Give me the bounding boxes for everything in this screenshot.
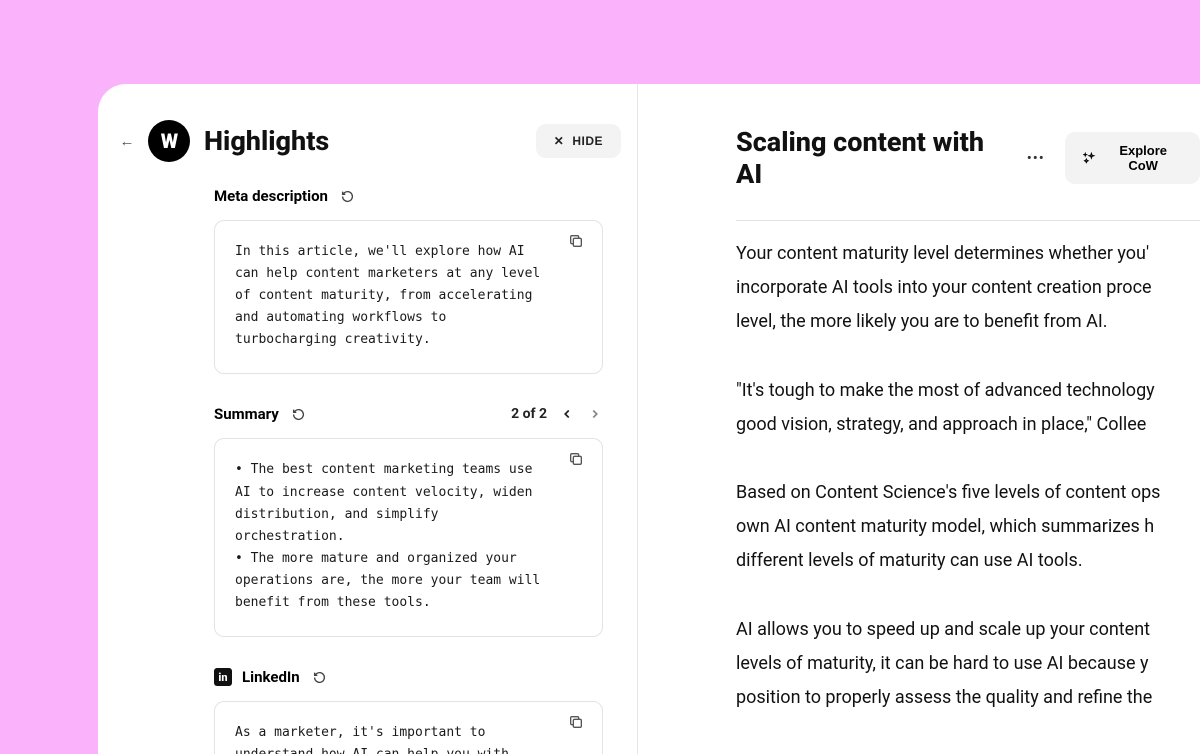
- pager-count: 2 of 2: [511, 406, 547, 422]
- explore-cowrite-button[interactable]: Explore CoW: [1065, 132, 1200, 184]
- copy-icon[interactable]: [568, 714, 588, 734]
- linkedin-icon: in: [214, 668, 232, 686]
- back-arrow-icon[interactable]: ←: [120, 134, 134, 148]
- refresh-icon[interactable]: [289, 404, 309, 424]
- chevron-left-icon[interactable]: [559, 407, 575, 421]
- refresh-icon[interactable]: [338, 186, 358, 206]
- summary-card: • The best content marketing teams use A…: [214, 438, 603, 637]
- document-pane: Scaling content with AI ••• Explore CoW …: [638, 84, 1200, 754]
- page-title: Highlights: [204, 125, 522, 157]
- document-title: Scaling content with AI: [736, 126, 1007, 190]
- highlights-pane: ← W Highlights ✕ HIDE Meta description I…: [98, 84, 638, 754]
- highlights-header: ← W Highlights ✕ HIDE: [98, 120, 637, 186]
- summary-text: • The best content marketing teams use A…: [235, 459, 554, 614]
- section-title: Meta description: [214, 187, 328, 205]
- meta-description-section: Meta description In this article, we'll …: [98, 186, 637, 404]
- summary-pager: 2 of 2: [511, 406, 603, 422]
- meta-description-card: In this article, we'll explore how AI ca…: [214, 220, 603, 374]
- section-head: in LinkedIn: [214, 667, 603, 687]
- brand-logo: W: [148, 120, 190, 162]
- meta-description-text: In this article, we'll explore how AI ca…: [235, 241, 554, 351]
- document-header: Scaling content with AI ••• Explore CoW: [736, 126, 1200, 190]
- close-icon: ✕: [554, 134, 565, 148]
- copy-icon[interactable]: [568, 451, 588, 471]
- more-options-icon[interactable]: •••: [1027, 149, 1045, 167]
- app-card: ← W Highlights ✕ HIDE Meta description I…: [98, 84, 1200, 754]
- hide-button-label: HIDE: [572, 134, 603, 148]
- section-title: LinkedIn: [242, 668, 300, 686]
- document-body: Your content maturity level determines w…: [736, 237, 1200, 754]
- linkedin-text: As a marketer, it's important to underst…: [235, 722, 554, 754]
- hide-button[interactable]: ✕ HIDE: [536, 124, 621, 158]
- explore-button-label: Explore CoW: [1104, 143, 1182, 173]
- divider: [736, 220, 1200, 221]
- section-head: Meta description: [214, 186, 603, 206]
- section-head: Summary 2 of 2: [214, 404, 603, 424]
- section-title: Summary: [214, 405, 279, 423]
- summary-section: Summary 2 of 2 • The b: [98, 404, 637, 667]
- copy-icon[interactable]: [568, 233, 588, 253]
- magic-wand-icon: [1083, 151, 1096, 165]
- chevron-right-icon[interactable]: [587, 407, 603, 421]
- refresh-icon[interactable]: [310, 667, 330, 687]
- linkedin-section: in LinkedIn As a marketer, it's importan…: [98, 667, 637, 754]
- linkedin-card: As a marketer, it's important to underst…: [214, 701, 603, 754]
